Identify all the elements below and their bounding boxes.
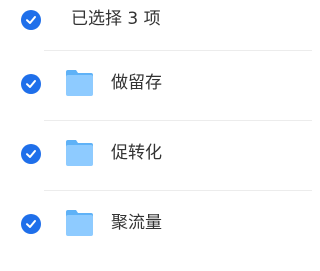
list-item-folder[interactable]: 做留存 — [0, 50, 312, 118]
row-divider — [44, 120, 312, 121]
checkbox-checked-icon[interactable] — [21, 144, 41, 164]
folder-name: 做留存 — [111, 73, 162, 93]
selected-count-label: 已选择 3 项 — [71, 9, 161, 29]
row-divider — [44, 50, 312, 51]
list-item-folder[interactable]: 聚流量 — [0, 190, 312, 258]
folder-icon — [65, 68, 94, 97]
checkbox-checked-icon[interactable] — [21, 214, 41, 234]
list-item-folder[interactable]: 促转化 — [0, 120, 312, 188]
select-all-checkbox-icon[interactable] — [21, 10, 41, 30]
folder-name: 促转化 — [111, 143, 162, 163]
selection-header: 已选择 3 项 — [0, 0, 312, 42]
row-divider — [44, 190, 312, 191]
folder-icon — [65, 208, 94, 237]
folder-icon — [65, 138, 94, 167]
folder-name: 聚流量 — [111, 213, 162, 233]
selection-panel: 已选择 3 项 做留存 促转化 聚流量 — [0, 0, 312, 271]
checkbox-checked-icon[interactable] — [21, 74, 41, 94]
